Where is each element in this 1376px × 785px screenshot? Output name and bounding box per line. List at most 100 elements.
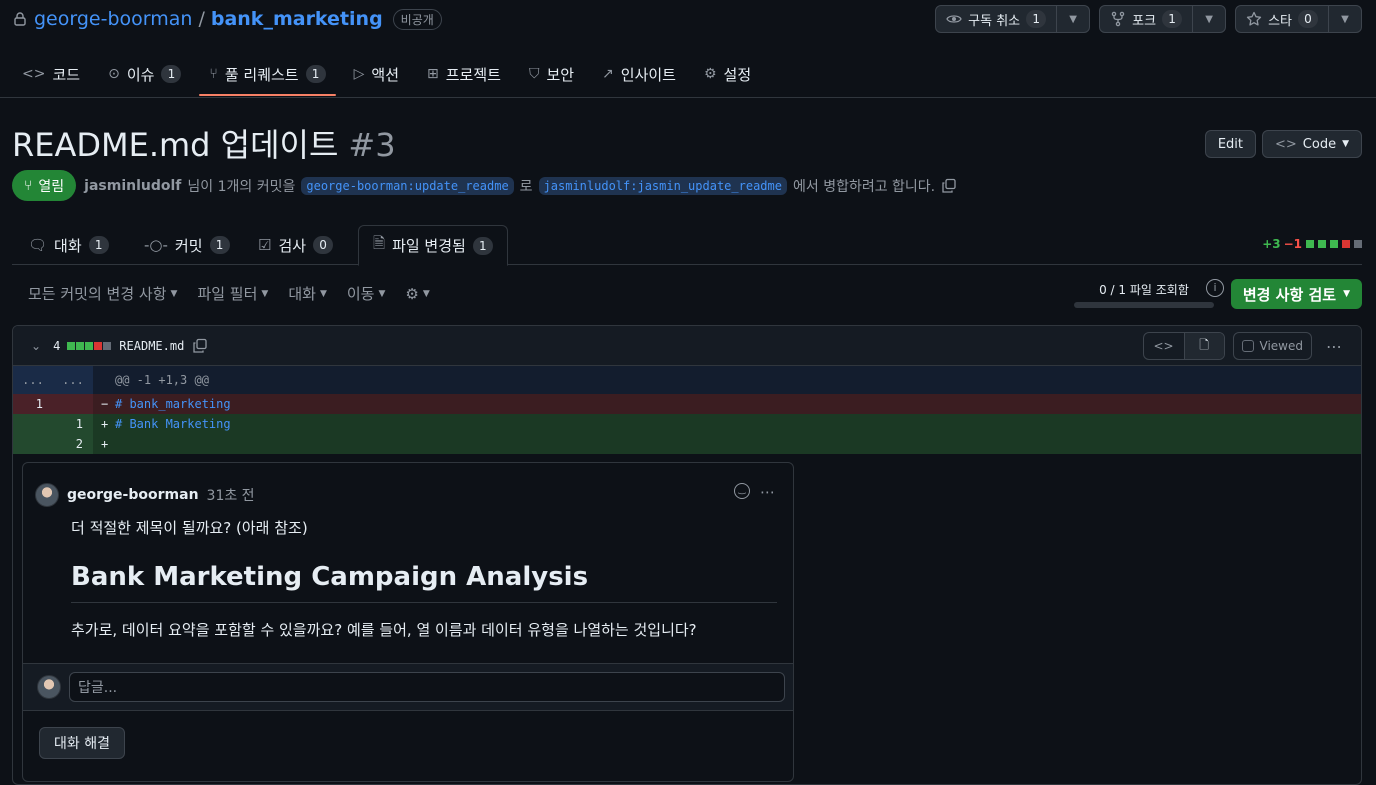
nav-pull-requests[interactable]: ⑂ 풀 리퀘스트 1 bbox=[199, 54, 336, 96]
issue-icon: ⊙ bbox=[108, 66, 120, 82]
nav-projects[interactable]: ⊞ 프로젝트 bbox=[417, 54, 511, 94]
reply-row: 답글... bbox=[23, 663, 793, 711]
nav-settings[interactable]: ⚙ 설정 bbox=[694, 54, 761, 94]
old-line-number[interactable] bbox=[13, 414, 53, 434]
reply-input[interactable]: 답글... bbox=[69, 672, 785, 702]
eye-icon bbox=[946, 15, 962, 23]
new-line-number[interactable]: 1 bbox=[53, 414, 93, 434]
pr-tabs: 🗨 대화 1 -○- 커밋 1 ☑ 검사 0 🗎 파일 변경됨 1 +3 −1 bbox=[12, 225, 1362, 266]
rich-view-button[interactable]: 🗋 bbox=[1183, 333, 1224, 359]
pr-meta: ⑂ 열림 jasminludolf 님이 1개의 커밋을 george-boor… bbox=[12, 170, 957, 201]
old-line-number[interactable]: 1 bbox=[13, 394, 53, 414]
diff-line-deleted: 1 − # bank_marketing bbox=[13, 394, 1361, 414]
commit-range-label: 모든 커밋의 변경 사항 bbox=[28, 285, 167, 303]
unwatch-button[interactable]: 구독 취소 1 bbox=[936, 6, 1058, 32]
comment-time[interactable]: 31초 전 bbox=[207, 485, 255, 505]
copy-icon[interactable] bbox=[192, 338, 208, 354]
code-icon: <> bbox=[1153, 339, 1174, 353]
comment-actions: ‿ ⋯ bbox=[734, 483, 775, 501]
commit-range-dropdown[interactable]: 모든 커밋의 변경 사항 ▼ bbox=[28, 283, 177, 304]
tab-commits[interactable]: -○- 커밋 1 bbox=[130, 225, 244, 265]
tab-checks-label: 검사 bbox=[278, 236, 307, 255]
additions-count: +3 bbox=[1262, 237, 1281, 251]
edit-button[interactable]: Edit bbox=[1204, 130, 1256, 158]
shield-icon: ⛉ bbox=[528, 66, 540, 82]
old-line-number[interactable] bbox=[13, 434, 53, 454]
repo-owner-link[interactable]: george-boorman bbox=[34, 8, 192, 30]
copy-icon[interactable] bbox=[941, 178, 957, 194]
caret-down-icon: ▼ bbox=[1343, 289, 1350, 299]
info-icon[interactable]: i bbox=[1206, 279, 1224, 297]
pr-number: #3 bbox=[348, 126, 396, 164]
repo-name-link[interactable]: bank_marketing bbox=[211, 8, 383, 30]
caret-down-icon: ▼ bbox=[1069, 13, 1077, 25]
star-dropdown-button[interactable]: ▼ bbox=[1329, 6, 1361, 32]
viewed-checkbox[interactable]: Viewed bbox=[1232, 332, 1312, 360]
tab-files-changed-count: 1 bbox=[472, 236, 493, 255]
repo-header: george-boorman / bank_marketing 비공개 구독 취… bbox=[0, 0, 1376, 98]
gear-icon: ⚙ bbox=[405, 284, 419, 303]
base-branch[interactable]: george-boorman:update_readme bbox=[301, 176, 514, 195]
tab-conversation-count: 1 bbox=[88, 236, 109, 254]
line-code: − # bank_marketing bbox=[93, 394, 1361, 414]
hunk-expand-new[interactable]: ... bbox=[53, 366, 93, 394]
file-filter-dropdown[interactable]: 파일 필터 ▼ bbox=[197, 283, 268, 304]
tab-checks[interactable]: ☑ 검사 0 bbox=[244, 225, 347, 265]
tab-files-changed[interactable]: 🗎 파일 변경됨 1 bbox=[358, 225, 508, 266]
code-button[interactable]: <> Code ▼ bbox=[1262, 130, 1362, 158]
file-diff-icon: 🗎 bbox=[373, 234, 386, 252]
avatar[interactable] bbox=[35, 483, 59, 507]
comment-author-link[interactable]: george-boorman bbox=[67, 487, 199, 503]
caret-down-icon: ▼ bbox=[1342, 139, 1349, 149]
meta-text-2: 로 bbox=[519, 178, 533, 195]
nav-pull-requests-count: 1 bbox=[305, 65, 326, 83]
meta-text-1: 님이 1개의 커밋을 bbox=[187, 178, 296, 195]
pr-title-text: README.md 업데이트 bbox=[12, 126, 339, 164]
watch-dropdown-button[interactable]: ▼ bbox=[1057, 6, 1089, 32]
new-line-number[interactable]: 2 bbox=[53, 434, 93, 454]
new-line-number[interactable] bbox=[53, 394, 93, 414]
comment-header: george-boorman 31초 전 bbox=[35, 483, 781, 507]
diffstat-square bbox=[76, 341, 85, 350]
nav-issues[interactable]: ⊙ 이슈 1 bbox=[98, 54, 191, 94]
review-comment: george-boorman 31초 전 ‿ ⋯ 더 적절한 제목이 될까요? … bbox=[23, 463, 793, 640]
fork-button-group: 포크 1 ▼ bbox=[1099, 5, 1227, 33]
star-count: 0 bbox=[1298, 10, 1318, 28]
line-sign: + bbox=[101, 437, 109, 451]
star-icon bbox=[1246, 11, 1262, 26]
checklist-icon: ☑ bbox=[258, 236, 272, 254]
resolve-conversation-button[interactable]: 대화 해결 bbox=[39, 727, 125, 759]
files-viewed-text: 0 / 1 파일 조회함 bbox=[1099, 283, 1189, 297]
smiley-icon[interactable]: ‿ bbox=[734, 483, 750, 499]
review-changes-button[interactable]: 변경 사항 검토 ▼ bbox=[1230, 279, 1362, 309]
tab-conversation[interactable]: 🗨 대화 1 bbox=[14, 225, 123, 265]
jump-to-dropdown[interactable]: 이동 ▼ bbox=[347, 283, 386, 304]
fork-button[interactable]: 포크 1 bbox=[1100, 6, 1194, 32]
file-name-link[interactable]: README.md bbox=[119, 339, 184, 353]
chevron-down-icon[interactable]: ⌄ bbox=[31, 339, 41, 353]
diff-line-added: 2 + bbox=[13, 434, 1361, 454]
tab-commits-label: 커밋 bbox=[174, 236, 203, 255]
comment-text-1: 더 적절한 제목이 될까요? (아래 참조) bbox=[71, 519, 308, 537]
kebab-menu-icon[interactable]: ⋯ bbox=[1320, 337, 1349, 356]
view-toggle: <> 🗋 bbox=[1142, 332, 1225, 360]
head-branch[interactable]: jasminludolf:jasmin_update_readme bbox=[538, 176, 787, 195]
fork-dropdown-button[interactable]: ▼ bbox=[1193, 6, 1225, 32]
comment-text-2: 추가로, 데이터 요약을 포함할 수 있을까요? 예를 들어, 열 이름과 데이… bbox=[71, 621, 697, 639]
nav-insights[interactable]: ↗ 인사이트 bbox=[592, 54, 686, 94]
star-label: 스타 bbox=[1268, 13, 1292, 29]
caret-down-icon: ▼ bbox=[1341, 13, 1349, 25]
page-title: README.md 업데이트 #3 bbox=[12, 120, 396, 166]
code-icon: <> bbox=[1275, 136, 1297, 152]
nav-code[interactable]: <> 코드 bbox=[12, 54, 90, 94]
star-button[interactable]: 스타 0 bbox=[1236, 6, 1329, 32]
file-icon: 🗋 bbox=[1199, 337, 1209, 352]
pr-author-link[interactable]: jasminludolf bbox=[84, 178, 181, 194]
nav-security[interactable]: ⛉ 보안 bbox=[519, 54, 584, 94]
diff-settings-dropdown[interactable]: ⚙ ▼ bbox=[405, 283, 429, 304]
kebab-menu-icon[interactable]: ⋯ bbox=[760, 483, 775, 501]
nav-actions[interactable]: ▷ 액션 bbox=[344, 54, 409, 94]
hunk-expand-old[interactable]: ... bbox=[13, 366, 53, 394]
source-view-button[interactable]: <> bbox=[1144, 333, 1184, 359]
conversations-dropdown[interactable]: 대화 ▼ bbox=[288, 283, 327, 304]
